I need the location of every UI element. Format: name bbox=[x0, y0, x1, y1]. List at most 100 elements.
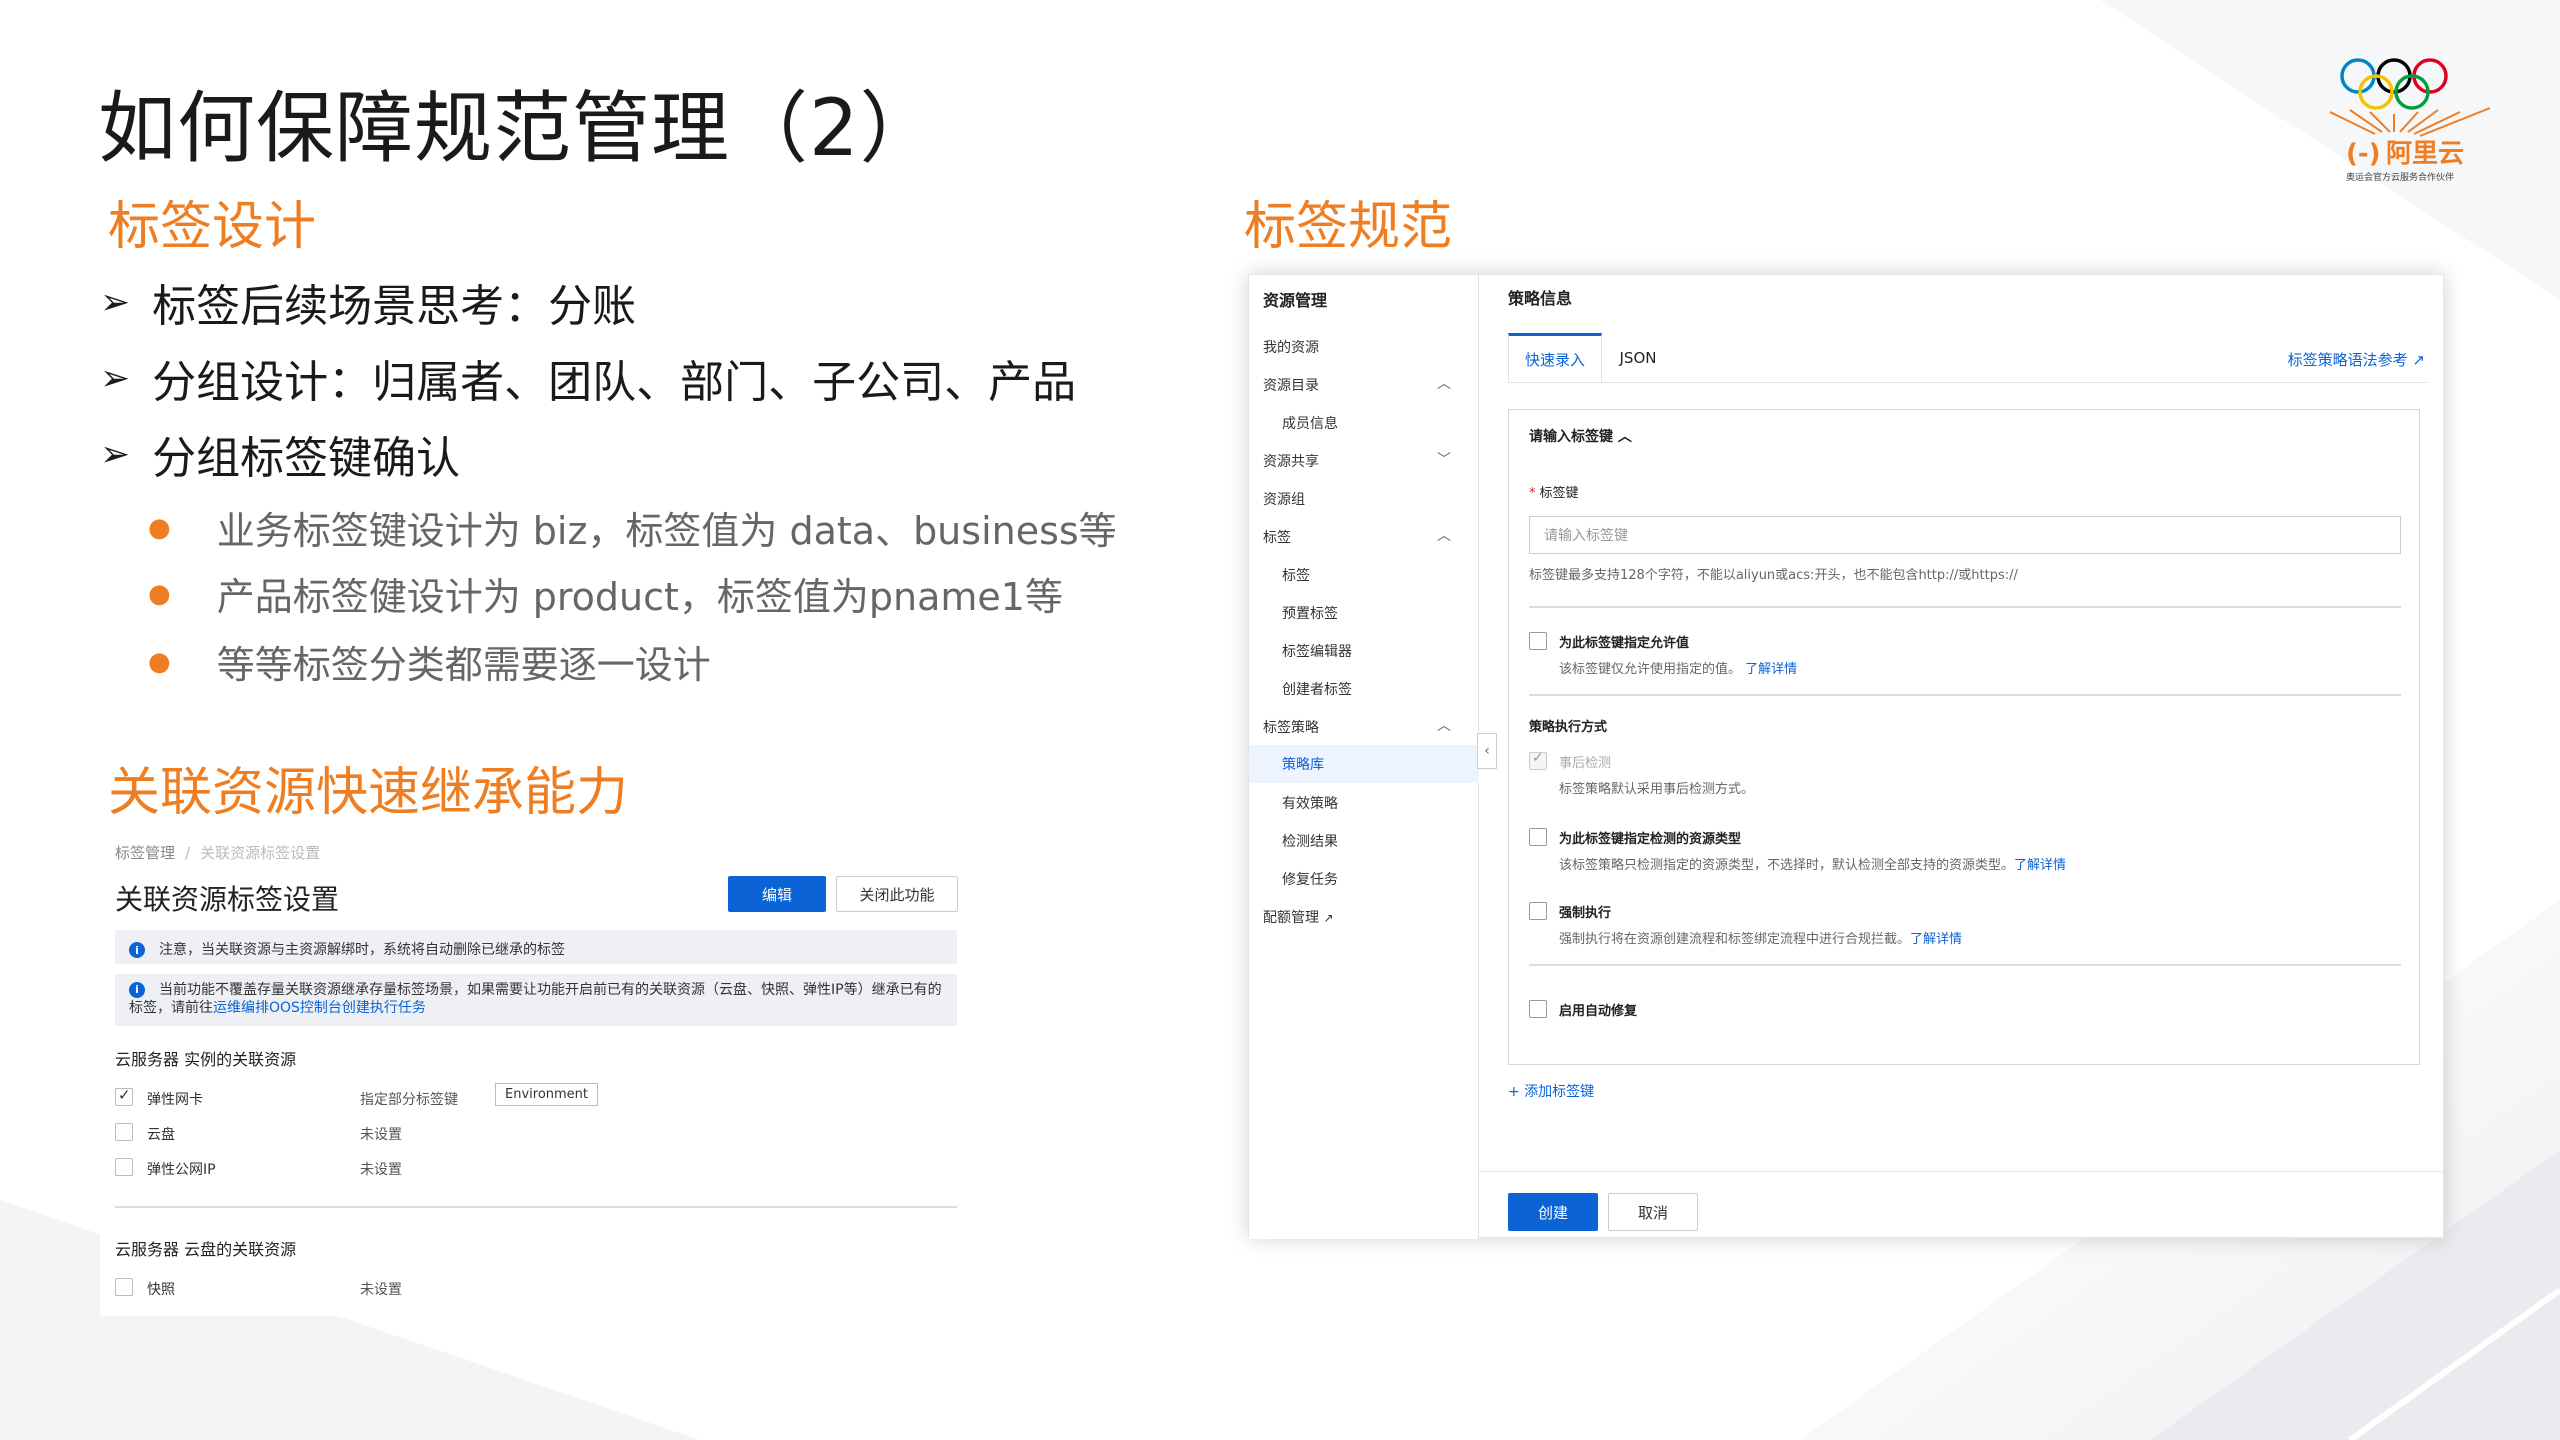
heading-inherit: 关联资源快速继承能力 bbox=[108, 763, 629, 823]
tab-json[interactable]: JSON bbox=[1602, 333, 1674, 383]
breadcrumb: 标签管理 / 关联资源标签设置 bbox=[115, 844, 321, 862]
sidebar-title: 资源管理 bbox=[1263, 291, 1328, 310]
dot-bullet-icon: ● bbox=[148, 512, 171, 543]
tag-key-hint: 标签键最多支持128个字符，不能以aliyun或acs:开头，也不能包含http… bbox=[1529, 568, 2018, 583]
heading-tag-design: 标签设计 bbox=[108, 197, 317, 257]
auto-fix-label: 启用自动修复 bbox=[1559, 1004, 1638, 1019]
allowed-values-hint: 该标签键仅允许使用指定的值。 了解详情 bbox=[1559, 662, 1798, 677]
tag-key-dropdown[interactable]: 请输入标签键 ︿ bbox=[1529, 426, 1632, 446]
dot-bullet-icon: ● bbox=[148, 578, 171, 609]
learn-more-link[interactable]: 了解详情 bbox=[1910, 932, 1962, 947]
chevron-up-icon[interactable]: ︿ bbox=[1437, 525, 1451, 545]
info-icon: i bbox=[129, 942, 145, 958]
enforce-label: 强制执行 bbox=[1559, 906, 1612, 921]
post-detect-checkbox[interactable] bbox=[1529, 750, 1547, 770]
resource-type-label: 为此标签键指定检测的资源类型 bbox=[1559, 832, 1742, 847]
sidebar-item-preset-tags[interactable]: 预置标签 bbox=[1282, 603, 1338, 623]
svg-text:奥运会官方云服务合作伙伴: 奥运会官方云服务合作伙伴 bbox=[2346, 171, 2454, 183]
sidebar-item-resource-group[interactable]: 资源组 bbox=[1263, 489, 1305, 509]
divider bbox=[115, 1206, 957, 1208]
chevron-down-icon[interactable]: ﹀ bbox=[1437, 449, 1451, 469]
info-icon: i bbox=[129, 982, 145, 998]
syntax-reference-link[interactable]: 标签策略语法参考 ↗ bbox=[2288, 349, 2425, 370]
tag-key-card: 请输入标签键 ︿ * 标签键 请输入标签键 标签键最多支持128个字符，不能以al… bbox=[1508, 409, 2420, 1065]
sidebar: 资源管理 我的资源 资源目录 ︿ 成员信息 资源共享 ﹀ 资源组 标签 ︿ 标签… bbox=[1249, 275, 1479, 1239]
arrow-bullet-icon: ➢ bbox=[100, 433, 131, 475]
allowed-values-checkbox[interactable] bbox=[1529, 632, 1547, 650]
checkbox[interactable] bbox=[115, 1278, 133, 1296]
sidebar-item-quota-mgmt[interactable]: 配额管理 ↗ bbox=[1263, 907, 1334, 927]
create-button[interactable]: 创建 bbox=[1508, 1193, 1598, 1231]
sidebar-item-detection-results[interactable]: 检测结果 bbox=[1282, 831, 1338, 851]
sidebar-item-tag-editor[interactable]: 标签编辑器 bbox=[1282, 641, 1352, 661]
chevron-up-icon[interactable]: ︿ bbox=[1437, 373, 1451, 393]
checkbox[interactable] bbox=[115, 1123, 133, 1141]
tag-key-chip[interactable]: Environment bbox=[495, 1083, 599, 1106]
cancel-button[interactable]: 取消 bbox=[1608, 1193, 1698, 1231]
tag-policy-screenshot: 资源管理 我的资源 资源目录 ︿ 成员信息 资源共享 ﹀ 资源组 标签 ︿ 标签… bbox=[1248, 274, 2445, 1239]
post-detect-hint: 标签策略默认采用事后检测方式。 bbox=[1559, 782, 1755, 797]
sidebar-item-fix-tasks[interactable]: 修复任务 bbox=[1282, 869, 1338, 889]
sidebar-item-resource-share[interactable]: 资源共享 bbox=[1263, 451, 1319, 471]
auto-fix-checkbox[interactable] bbox=[1529, 1000, 1547, 1018]
page-title: 关联资源标签设置 bbox=[115, 883, 340, 916]
resource-type-checkbox[interactable] bbox=[1529, 828, 1547, 846]
sidebar-item-my-resources[interactable]: 我的资源 bbox=[1263, 337, 1319, 357]
slide-title: 如何保障规范管理（2） bbox=[98, 84, 939, 174]
divider bbox=[1529, 606, 2401, 608]
breadcrumb-tag-mgmt[interactable]: 标签管理 bbox=[115, 844, 175, 862]
section-title: 策略信息 bbox=[1508, 289, 1573, 308]
dot-bullet-icon: ● bbox=[148, 646, 171, 677]
disable-feature-button[interactable]: 关闭此功能 bbox=[836, 876, 958, 912]
arrow-bullet-icon: ➢ bbox=[100, 357, 131, 399]
bullet-item: ➢ 分组设计：归属者、团队、部门、子公司、产品 bbox=[100, 357, 1077, 408]
sidebar-item-tag[interactable]: 标签 bbox=[1282, 565, 1310, 585]
alibaba-cloud-olympic-logo: (-) 阿里云 奥运会官方云服务合作伙伴 bbox=[2320, 52, 2500, 192]
chevron-up-icon: ︿ bbox=[1617, 429, 1632, 445]
heading-tag-standard: 标签规范 bbox=[1244, 197, 1453, 257]
bullet-item: ➢ 分组标签键确认 bbox=[100, 433, 461, 484]
checkbox[interactable] bbox=[115, 1086, 133, 1106]
sidebar-item-policy-library[interactable]: 策略库 bbox=[1249, 745, 1479, 783]
notice-unbind: i 注意，当关联资源与主资源解绑时，系统将自动删除已继承的标签 bbox=[115, 930, 957, 964]
oos-console-link[interactable]: 运维编排OOS控制台创建执行任务 bbox=[213, 1000, 426, 1016]
arrow-bullet-icon: ➢ bbox=[100, 281, 131, 323]
svg-text:阿里云: 阿里云 bbox=[2386, 139, 2464, 169]
learn-more-link[interactable]: 了解详情 bbox=[1745, 662, 1797, 677]
tab-quick-entry[interactable]: 快速录入 bbox=[1508, 333, 1602, 383]
add-tag-key-button[interactable]: + 添加标签键 bbox=[1508, 1081, 1594, 1101]
main-panel: 策略信息 快速录入 JSON 标签策略语法参考 ↗ 请输入标签键 ︿ * 标签键 … bbox=[1479, 275, 2445, 1239]
tab-underline bbox=[1508, 382, 2428, 383]
sidebar-item-creator-tags[interactable]: 创建者标签 bbox=[1282, 679, 1352, 699]
checkbox[interactable] bbox=[115, 1158, 133, 1176]
divider bbox=[1529, 694, 2401, 696]
sidebar-item-tag-policy[interactable]: 标签策略 bbox=[1263, 717, 1319, 737]
edit-button[interactable]: 编辑 bbox=[728, 876, 826, 912]
tag-key-label: * 标签键 bbox=[1529, 486, 1579, 501]
inherit-settings-screenshot: 标签管理 / 关联资源标签设置 关联资源标签设置 编辑 关闭此功能 i 注意，当关联资… bbox=[100, 836, 960, 1316]
section-instance-related: 云服务器 实例的关联资源 bbox=[115, 1050, 297, 1069]
sidebar-item-effective-policy[interactable]: 有效策略 bbox=[1282, 793, 1338, 813]
sub-bullet-item: ● 等等标签分类都需要逐一设计 bbox=[148, 643, 711, 687]
exec-mode-title: 策略执行方式 bbox=[1529, 720, 1608, 735]
external-link-icon: ↗ bbox=[1323, 911, 1334, 925]
allowed-values-label: 为此标签键指定允许值 bbox=[1559, 636, 1690, 651]
sidebar-item-resource-dir[interactable]: 资源目录 bbox=[1263, 375, 1319, 395]
sidebar-item-tags[interactable]: 标签 bbox=[1263, 527, 1291, 547]
breadcrumb-current: 关联资源标签设置 bbox=[200, 844, 321, 862]
svg-text:(-): (-) bbox=[2346, 139, 2381, 169]
plus-icon: + bbox=[1508, 1084, 1520, 1100]
footer-divider bbox=[1479, 1171, 2445, 1172]
notice-existing: i 当前功能不覆盖存量关联资源继承存量标签场景，如果需要让功能开启前已有的关联资源… bbox=[115, 974, 957, 1026]
external-link-icon: ↗ bbox=[2412, 351, 2425, 369]
enforce-hint: 强制执行将在资源创建流程和标签绑定流程中进行合规拦截。了解详情 bbox=[1559, 932, 1963, 947]
bullet-item: ➢ 标签后续场景思考：分账 bbox=[100, 281, 637, 332]
sidebar-item-member-info[interactable]: 成员信息 bbox=[1282, 413, 1338, 433]
post-detect-label: 事后检测 bbox=[1559, 756, 1612, 771]
sub-bullet-item: ● 业务标签键设计为 biz，标签值为 data、business等 bbox=[148, 509, 1117, 553]
learn-more-link[interactable]: 了解详情 bbox=[2014, 858, 2066, 873]
tag-key-input[interactable]: 请输入标签键 bbox=[1529, 516, 2401, 554]
enforce-checkbox[interactable] bbox=[1529, 902, 1547, 920]
chevron-up-icon[interactable]: ︿ bbox=[1437, 715, 1451, 735]
section-disk-related: 云服务器 云盘的关联资源 bbox=[115, 1240, 297, 1259]
